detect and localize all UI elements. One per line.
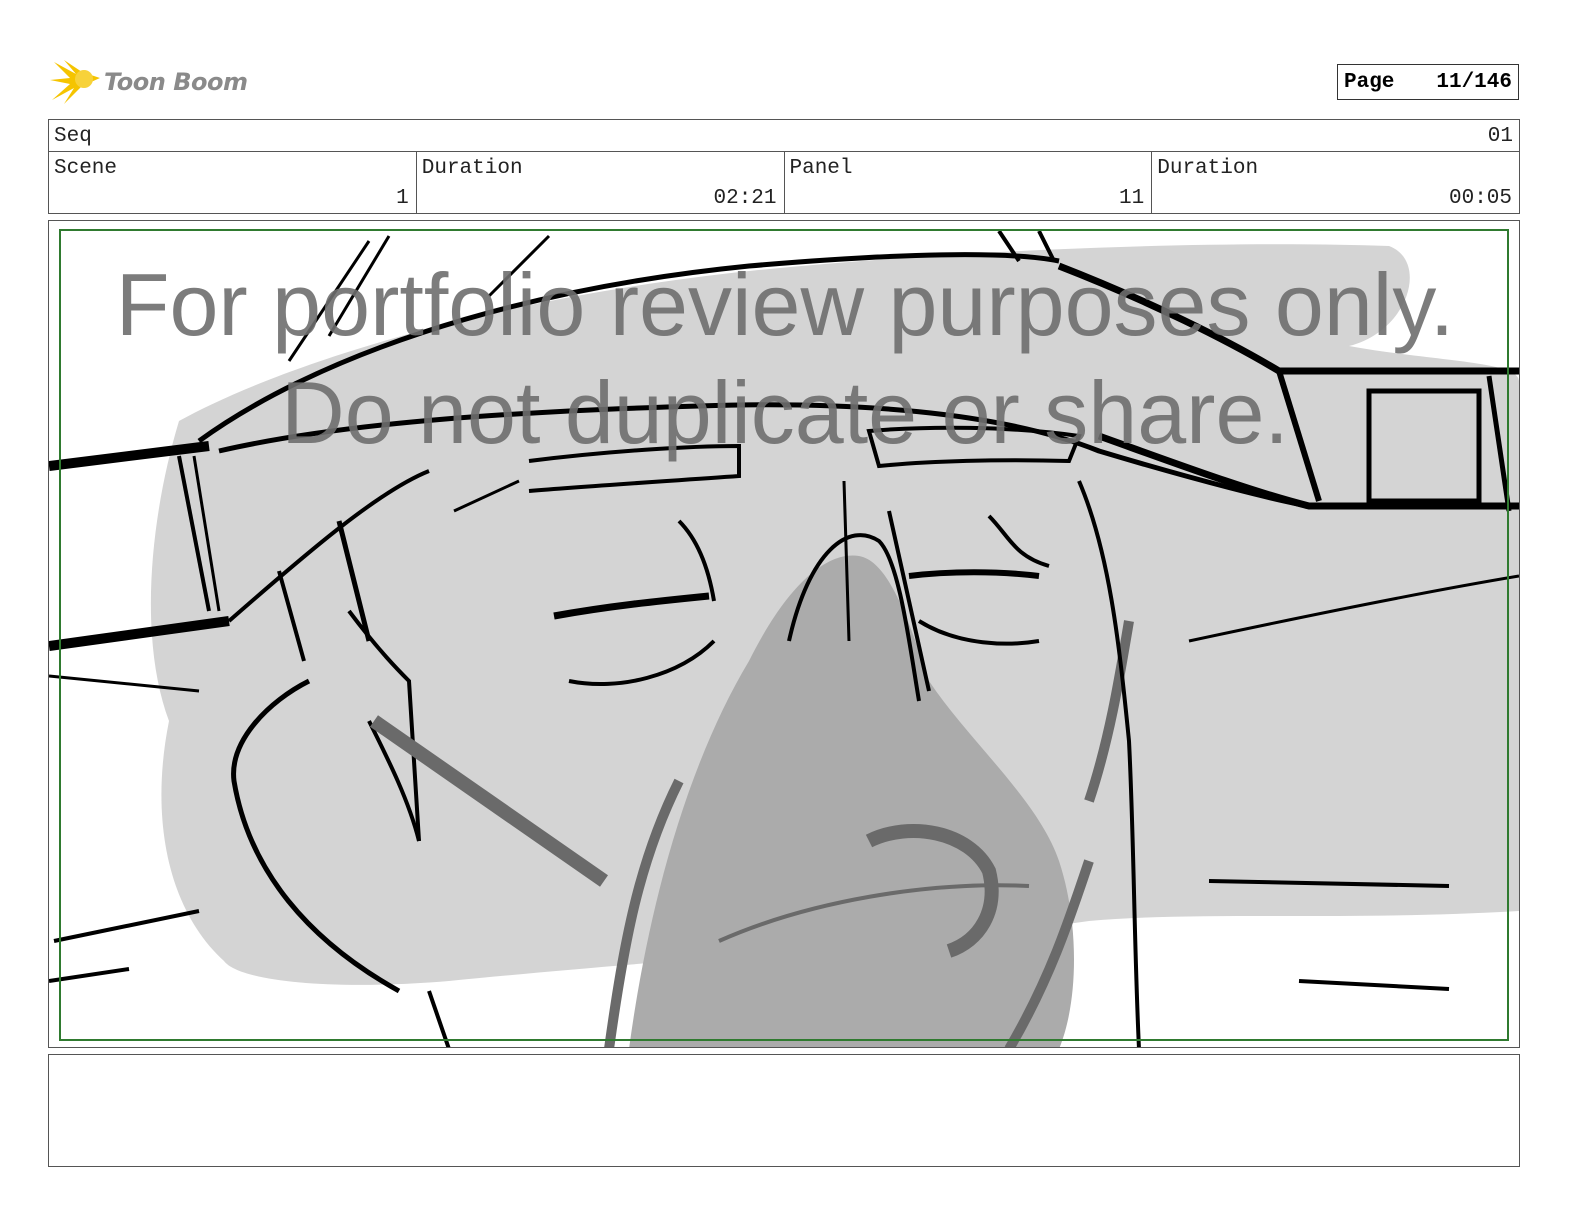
scene-label: Scene bbox=[54, 157, 118, 180]
toon-boom-logo: Toon Boom bbox=[50, 56, 250, 108]
sketch-artwork bbox=[49, 229, 1519, 1047]
scene-duration-cell: Duration 02:21 bbox=[417, 151, 785, 213]
page-indicator: Page 11/146 bbox=[1337, 64, 1519, 100]
panel-notes-area bbox=[48, 1054, 1520, 1167]
logo-text: Toon Boom bbox=[104, 68, 248, 96]
burst-icon bbox=[50, 60, 100, 104]
panel-label: Panel bbox=[789, 157, 853, 180]
sequence-row: Seq 01 bbox=[48, 119, 1520, 152]
panel-duration-value: 00:05 bbox=[1448, 187, 1512, 210]
info-row: Scene 1 Duration 02:21 Panel 11 Duration… bbox=[48, 151, 1520, 214]
panel-value: 11 bbox=[1119, 187, 1145, 210]
page-number: 11/146 bbox=[1436, 70, 1512, 94]
panel-cell: Panel 11 bbox=[785, 151, 1153, 213]
scene-duration-label: Duration bbox=[421, 157, 523, 180]
storyboard-panel: For portfolio review purposes only. Do n… bbox=[48, 220, 1520, 1048]
scene-duration-value: 02:21 bbox=[713, 187, 777, 210]
panel-duration-cell: Duration 00:05 bbox=[1152, 151, 1519, 213]
seq-value: 01 bbox=[1487, 125, 1513, 148]
seq-label: Seq bbox=[54, 125, 92, 148]
page-label: Page bbox=[1344, 70, 1395, 94]
panel-duration-label: Duration bbox=[1157, 157, 1259, 180]
scene-cell: Scene 1 bbox=[49, 151, 417, 213]
scene-value: 1 bbox=[396, 187, 409, 210]
